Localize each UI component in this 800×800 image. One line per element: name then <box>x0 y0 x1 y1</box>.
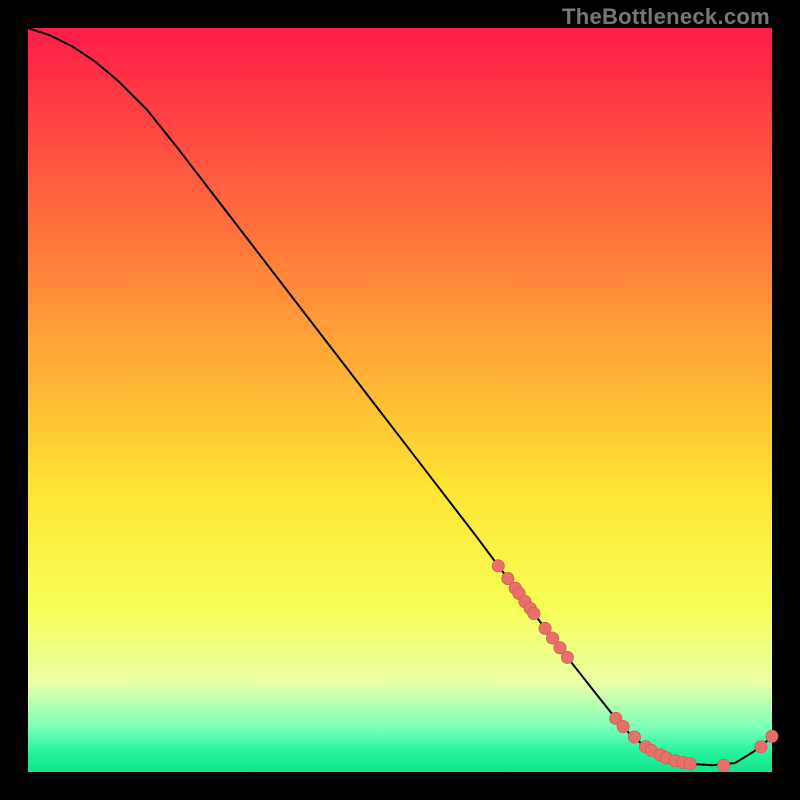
data-point <box>755 741 767 753</box>
data-point <box>717 759 729 771</box>
data-point <box>492 560 504 572</box>
data-point <box>684 758 696 770</box>
curve-line <box>28 28 772 765</box>
data-point <box>628 731 640 743</box>
chart-overlay <box>28 28 772 772</box>
data-markers <box>492 560 778 772</box>
data-point <box>766 730 778 742</box>
plot-area <box>28 28 772 772</box>
data-point <box>617 720 629 732</box>
data-point <box>561 651 573 663</box>
figure: TheBottleneck.com <box>0 0 800 800</box>
data-point <box>528 607 540 619</box>
watermark-text: TheBottleneck.com <box>562 4 770 30</box>
